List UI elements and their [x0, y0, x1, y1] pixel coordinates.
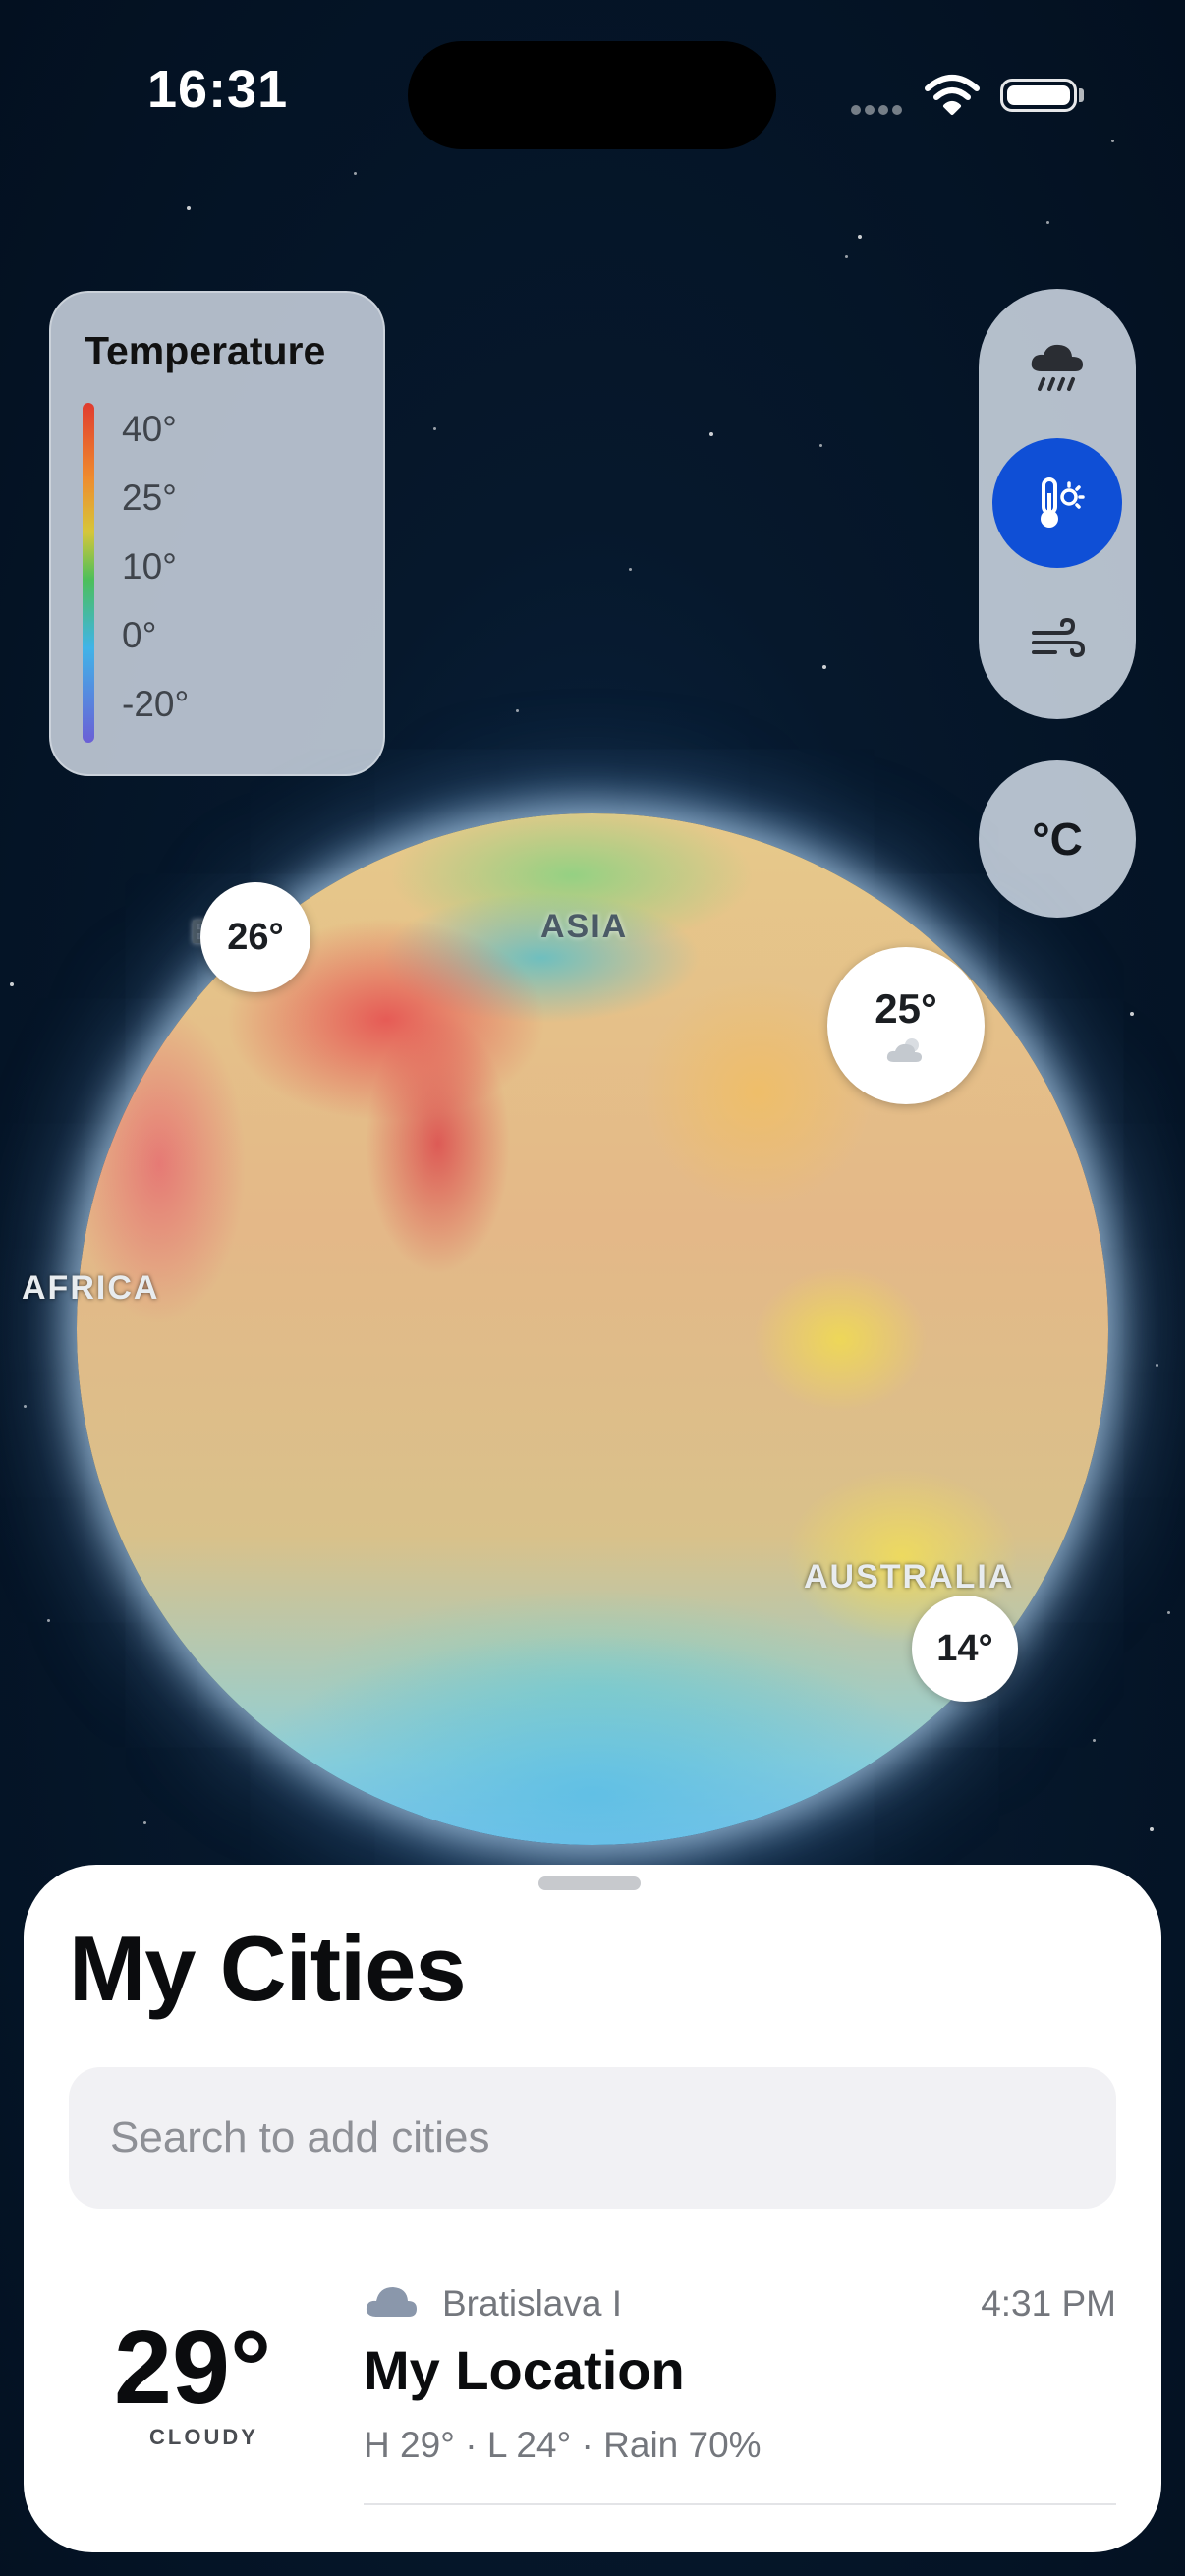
- region-label-australia: AUSTRALIA: [804, 1558, 1015, 1596]
- selected-city-pin[interactable]: 25°: [827, 947, 985, 1104]
- map-layer-selector: [979, 289, 1136, 719]
- rain-layer-button[interactable]: [992, 303, 1122, 432]
- city-place: Bratislava I: [442, 2283, 623, 2324]
- legend-label: 25°: [122, 477, 177, 518]
- dynamic-island: [408, 41, 776, 149]
- wind-layer-button[interactable]: [992, 576, 1122, 705]
- temperature-legend: Temperature 40° 25° 10° 0° -20°: [49, 291, 385, 776]
- city-row[interactable]: 29° CLOUDY Bratislava I 4:31 PM My Locat…: [69, 2260, 1116, 2501]
- search-field[interactable]: [69, 2067, 1116, 2209]
- status-time: 16:31: [147, 60, 289, 119]
- partly-cloudy-icon: [886, 1038, 922, 1062]
- legend-title: Temperature: [85, 328, 326, 373]
- city-temperature-pin[interactable]: 26°: [200, 882, 310, 992]
- legend-label: 40°: [122, 409, 177, 449]
- legend-label: 0°: [122, 615, 157, 655]
- city-temperature-pin[interactable]: 14°: [912, 1596, 1018, 1702]
- battery-icon: [1000, 79, 1077, 112]
- city-local-time: 4:31 PM: [981, 2283, 1116, 2324]
- pin-temp: 14°: [936, 1627, 993, 1669]
- wifi-icon: [924, 73, 981, 116]
- battery-tip: [1079, 88, 1084, 102]
- city-details: H 29° · L 24° · Rain 70%: [364, 2425, 762, 2465]
- region-label-africa: AFRICA: [22, 1269, 160, 1307]
- sheet-grabber[interactable]: [538, 1876, 641, 1890]
- cloud-rain-icon: [1031, 344, 1083, 391]
- region-label-asia: ASIA: [540, 908, 629, 945]
- unit-toggle-button[interactable]: °C: [979, 760, 1136, 918]
- city-temperature: 29°: [114, 2310, 272, 2426]
- city-condition: CLOUDY: [149, 2425, 258, 2449]
- temperature-layer-button[interactable]: [992, 438, 1122, 568]
- thermometer-sun-icon: [1041, 477, 1085, 528]
- legend-label: 10°: [122, 546, 177, 587]
- legend-color-scale: [83, 403, 94, 743]
- cellular-signal-icon: [851, 102, 906, 115]
- city-name: My Location: [364, 2339, 685, 2401]
- cloud-icon: [366, 2287, 417, 2317]
- sheet-title: My Cities: [69, 1917, 467, 2020]
- row-divider: [364, 2503, 1116, 2505]
- pin-temp: 25°: [875, 985, 937, 1032]
- pin-temp: 26°: [227, 916, 284, 958]
- wind-icon: [1032, 617, 1086, 658]
- legend-label: -20°: [122, 684, 190, 724]
- search-input[interactable]: [108, 2112, 1116, 2163]
